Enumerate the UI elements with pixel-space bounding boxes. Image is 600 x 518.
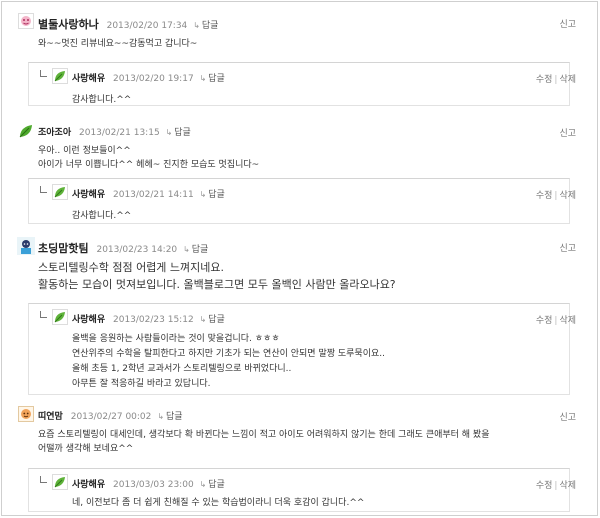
comment-text-line: 요즘 스토리텔링이 대세인데, 생각보다 확 바뀐다는 느낌이 적고 아이도 어… [38, 430, 490, 440]
comment-date: 2013/02/20 17:34 [106, 21, 188, 31]
report-link[interactable]: 신고 [559, 410, 576, 423]
report-link[interactable]: 신고 [559, 241, 576, 254]
reply-link[interactable]: 답글 [192, 245, 209, 255]
reply-text-line: 감사합니다.^^ [72, 95, 132, 105]
comment-text-line: 어떨까 생각해 보네요^^ [38, 444, 134, 454]
reply-text-line: 올백을 응원하는 사람들이라는 것이 맞을겁니다. ㅎㅎㅎ [72, 334, 280, 344]
reply-indent-icon [40, 186, 47, 193]
leaf-avatar-icon [52, 309, 68, 325]
reply-text-line: 연산위주의 수학을 탈피한다고 하지만 기초가 되는 연산이 안되면 말짱 도루… [72, 349, 385, 359]
comment-text-line: 와~~멋진 리뷰네요~~감동먹고 갑니다~ [38, 39, 198, 49]
reply-text-line: 아무튼 잘 적응하길 바라고 있답니다. [72, 379, 211, 389]
comment-text-line: 우아.. 이런 정보들이^^ [38, 146, 131, 156]
pink-avatar-icon [18, 13, 34, 29]
reply-arrow-icon: ↳ [199, 480, 207, 489]
reply-arrow-icon: ↳ [199, 74, 207, 83]
delete-link[interactable]: 삭제 [559, 481, 576, 491]
edit-link[interactable]: 수정 [536, 191, 553, 201]
report-link[interactable]: 신고 [559, 126, 576, 139]
comment-date: 2013/02/23 14:20 [96, 245, 178, 255]
edit-link[interactable]: 수정 [536, 481, 553, 491]
reply-link[interactable]: 답글 [174, 128, 191, 138]
comment-date: 2013/02/21 13:15 [79, 128, 160, 138]
reply-arrow-icon: ↳ [183, 245, 190, 254]
reply-date: 2013/02/20 19:17 [113, 74, 194, 84]
comment-text-line: 스토리텔링수학 점점 어렵게 느껴지네요. [38, 261, 225, 274]
cartoon-avatar-icon [17, 237, 35, 255]
reply-link[interactable]: 답글 [208, 74, 225, 84]
comment-author[interactable]: 띠연맘 [38, 412, 63, 422]
action-separator: | [554, 191, 558, 201]
delete-link[interactable]: 삭제 [559, 191, 576, 201]
reply-link[interactable]: 답글 [208, 315, 225, 325]
reply-indent-icon [40, 476, 47, 483]
reply-date: 2013/03/03 23:00 [113, 480, 194, 490]
reply-arrow-icon: ↳ [199, 190, 207, 199]
comment-date: 2013/02/27 00:02 [70, 412, 152, 422]
action-separator: | [554, 481, 558, 491]
reply-author[interactable]: 사랑해유 [72, 315, 105, 325]
reply-link[interactable]: 답글 [208, 480, 225, 490]
leaf-avatar-icon [18, 123, 34, 139]
reply-text-line: 네, 이전보다 좀 더 쉽게 친해질 수 있는 학습법이라니 더욱 호감이 갑니… [72, 498, 365, 508]
delete-link[interactable]: 삭제 [559, 75, 576, 85]
comment-text-line: 활동하는 모습이 멋져보입니다. 올백블로그면 모두 올백인 사람만 올라오나요… [38, 278, 396, 291]
reply-arrow-icon: ↳ [165, 128, 173, 137]
leaf-avatar-icon [52, 68, 68, 84]
reply-indent-icon [40, 70, 47, 77]
comment-author[interactable]: 조아조아 [38, 128, 71, 138]
reply-author[interactable]: 사랑해유 [72, 74, 105, 84]
action-separator: | [554, 75, 558, 85]
reply-text-line: 감사합니다.^^ [72, 211, 132, 221]
reply-arrow-icon: ↳ [193, 21, 200, 30]
reply-arrow-icon: ↳ [199, 315, 207, 324]
character-avatar-icon [18, 406, 34, 422]
comment-author[interactable]: 초딩맘핫팀 [38, 242, 89, 255]
edit-link[interactable]: 수정 [536, 316, 553, 326]
leaf-avatar-icon [52, 184, 68, 200]
report-link[interactable]: 신고 [559, 17, 576, 30]
leaf-avatar-icon [52, 474, 68, 490]
comment-text-line: 아이가 너무 이쁩니다^^ 헤헤~ 진지한 모습도 멋집니다~ [38, 160, 260, 170]
comment-author[interactable]: 별둘사랑하나 [38, 18, 99, 31]
reply-arrow-icon: ↳ [157, 412, 164, 421]
delete-link[interactable]: 삭제 [559, 316, 576, 326]
action-separator: | [554, 316, 558, 326]
reply-indent-icon [40, 311, 47, 318]
reply-text-line: 올해 초등 1, 2학년 교과서가 스토리텔링으로 바뀌었다니.. [72, 364, 292, 374]
reply-author[interactable]: 사랑해유 [72, 190, 105, 200]
reply-link[interactable]: 답글 [166, 412, 183, 422]
reply-link[interactable]: 답글 [202, 21, 219, 31]
reply-date: 2013/02/23 15:12 [113, 315, 194, 325]
edit-link[interactable]: 수정 [536, 75, 553, 85]
reply-link[interactable]: 답글 [208, 190, 225, 200]
reply-author[interactable]: 사랑해유 [72, 480, 105, 490]
reply-date: 2013/02/21 14:11 [113, 190, 194, 200]
